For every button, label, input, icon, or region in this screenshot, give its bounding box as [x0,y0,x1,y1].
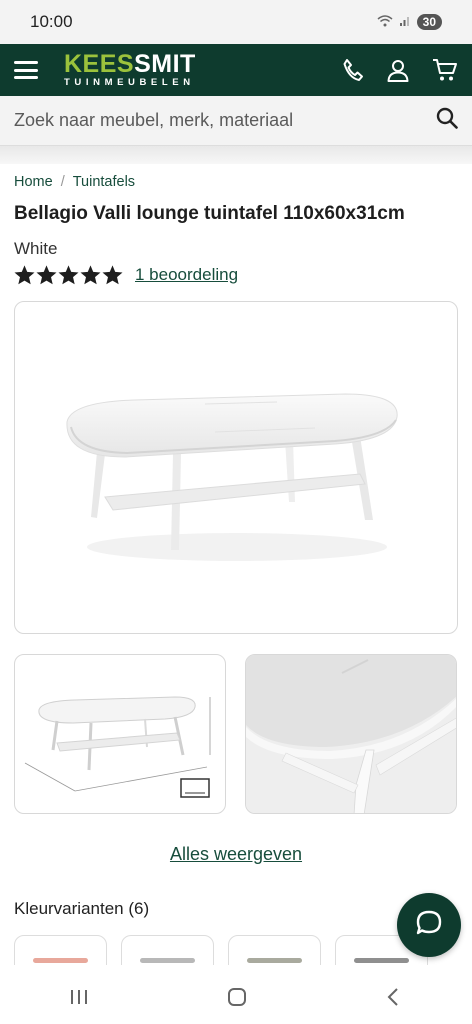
logo[interactable]: KEESSMIT TUINMEUBELEN [64,52,196,88]
chat-button[interactable] [397,893,461,957]
back-icon[interactable] [384,986,404,1008]
color-variants-title: Kleurvarianten (6) [14,899,150,918]
star-icon [36,265,57,285]
system-navigation-bar [0,970,472,1024]
thumbnail-detail[interactable] [245,654,457,814]
breadcrumb-home[interactable]: Home [14,174,53,190]
wifi-icon [377,14,393,30]
status-time: 10:00 [30,12,73,31]
main-product-image[interactable] [14,301,458,634]
product-variant: White [14,239,58,258]
breadcrumb-category[interactable]: Tuintafels [73,174,135,190]
logo-text-kees: KEES [64,50,135,79]
search-input[interactable] [14,110,436,131]
search-bar [0,96,472,146]
show-all-link[interactable]: Alles weergeven [14,844,458,865]
logo-subtitle: TUINMEUBELEN [64,77,195,89]
product-title: Bellagio Valli lounge tuintafel 110x60x3… [14,203,405,224]
usp-strip [0,146,472,164]
breadcrumb-separator: / [60,174,65,190]
signal-icon [399,15,411,30]
star-icon [102,265,123,285]
star-icon [80,265,101,285]
menu-icon[interactable] [14,61,38,79]
home-icon[interactable] [226,986,248,1008]
product-rating: 1 beoordeling [14,265,458,285]
reviews-link[interactable]: 1 beoordeling [135,265,238,285]
search-icon[interactable] [436,107,458,134]
color-variant-item[interactable] [228,935,321,965]
chat-icon [414,908,444,943]
star-icon [58,265,79,285]
site-header: KEESSMIT TUINMEUBELEN [0,44,472,96]
battery-level: 30 [416,14,442,30]
logo-text-smit: SMIT [134,50,196,79]
rating-stars [14,265,123,285]
account-icon[interactable] [386,58,410,82]
thumbnail-dimensions[interactable] [14,654,226,814]
status-bar: 10:00 30 [0,0,472,44]
phone-icon[interactable] [342,58,364,82]
color-variant-item[interactable] [14,935,107,965]
thumbnail-gallery [14,654,458,814]
star-icon [14,265,35,285]
color-variants-list [14,935,458,965]
color-variant-item[interactable] [121,935,214,965]
cart-icon[interactable] [432,58,458,82]
breadcrumb: Home / Tuintafels [14,174,458,190]
recent-apps-icon[interactable] [68,987,90,1007]
